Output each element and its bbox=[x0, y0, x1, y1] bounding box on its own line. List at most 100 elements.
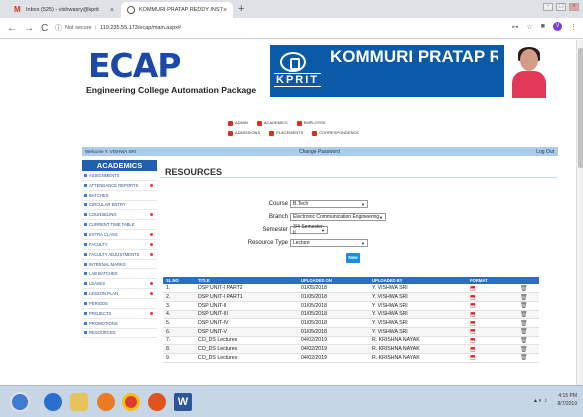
course-select[interactable]: B.Tech ▼ bbox=[290, 200, 368, 208]
tab-title: KOMMURI PRATAP REDDY INST bbox=[139, 7, 223, 13]
table-cell: 04/02/2019 bbox=[298, 353, 369, 363]
sidebar-item-faculty-adjustments[interactable]: FACULTY ADJUSTMENTS bbox=[82, 250, 157, 260]
new-button[interactable]: New bbox=[346, 253, 360, 263]
key-icon[interactable]: ⊶ bbox=[511, 23, 518, 31]
profile-icon[interactable]: V bbox=[553, 22, 562, 31]
sidebar-item-promotions[interactable]: PROMOTIONS bbox=[82, 319, 157, 329]
bullet-icon bbox=[84, 242, 87, 246]
word-icon[interactable]: W bbox=[174, 393, 192, 411]
delete-icon[interactable]: 🗑 bbox=[520, 355, 528, 361]
column-header: UPLOADED ON bbox=[298, 277, 369, 284]
close-tab-icon[interactable]: × bbox=[223, 7, 227, 14]
chrome-icon[interactable] bbox=[122, 393, 140, 411]
clock[interactable]: 4:15 PM 8/7/2019 bbox=[558, 392, 577, 408]
sidebar-item-label: COUNSELING bbox=[89, 212, 117, 218]
pdf-icon[interactable]: ⬒ bbox=[470, 355, 476, 361]
window-controls: - □ × bbox=[543, 3, 579, 11]
college-banner: KPRIT KOMMURI PRATAP RE INSTITUTE OF TEC… bbox=[270, 45, 504, 97]
delete-icon[interactable]: 🗑 bbox=[520, 321, 528, 327]
delete-icon[interactable]: 🗑 bbox=[520, 295, 528, 301]
pdf-icon[interactable]: ⬒ bbox=[470, 329, 476, 335]
submenu-indicator-icon bbox=[150, 252, 153, 256]
ie-icon[interactable] bbox=[44, 393, 62, 411]
delete-icon[interactable]: 🗑 bbox=[520, 303, 528, 309]
new-tab-button[interactable]: + bbox=[238, 3, 244, 15]
pdf-icon[interactable]: ⬒ bbox=[470, 338, 476, 344]
table-cell: CO_DS Lectures bbox=[195, 336, 298, 346]
pdf-icon[interactable]: ⬒ bbox=[470, 303, 476, 309]
semester-label: Semester bbox=[262, 227, 288, 233]
menu-employee[interactable]: EMPLOYEE bbox=[296, 118, 326, 128]
pdf-icon[interactable]: ⬒ bbox=[470, 347, 476, 353]
sidebar-item-assignments[interactable]: ASSIGNMENTS bbox=[82, 171, 157, 181]
dropdown-arrow-icon: ▼ bbox=[361, 201, 365, 207]
table-cell: Y. VISHWA SRI bbox=[369, 310, 467, 320]
menu-academics[interactable]: ACADEMICS bbox=[256, 118, 288, 128]
pdf-icon[interactable]: ⬒ bbox=[470, 295, 476, 301]
arrow-icon bbox=[296, 120, 302, 126]
pdf-icon[interactable]: ⬒ bbox=[470, 286, 476, 292]
sidebar-item-lab-batches[interactable]: LAB BATCHES bbox=[82, 269, 157, 280]
url-text: 119.235.55.173/ecap/main.aspx# bbox=[100, 25, 181, 31]
menu-placements[interactable]: PLACEMENTS bbox=[269, 128, 303, 138]
extension-icon[interactable]: ■ bbox=[541, 23, 545, 30]
resources-table: SL.NO TITLE UPLOADED ON UPLOADED BY FORM… bbox=[163, 277, 539, 363]
change-password-link[interactable]: Change Password bbox=[299, 149, 340, 155]
scrollbar-thumb[interactable] bbox=[578, 48, 583, 168]
tab-gmail[interactable]: M Inbox (525) - vishwasry@kprit × bbox=[8, 2, 120, 18]
sidebar-item-resources[interactable]: RESOURCES bbox=[82, 329, 157, 339]
delete-icon[interactable]: 🗑 bbox=[520, 329, 528, 335]
sidebar-item-counseling[interactable]: COUNSELING bbox=[82, 210, 157, 221]
maximize-icon[interactable]: □ bbox=[556, 3, 566, 11]
reload-icon[interactable]: C bbox=[41, 23, 48, 34]
back-icon[interactable]: ← bbox=[7, 23, 17, 34]
sidebar-item-periods[interactable]: PERIODS bbox=[82, 299, 157, 309]
star-icon[interactable]: ☆ bbox=[526, 23, 532, 31]
delete-icon[interactable]: 🗑 bbox=[520, 347, 528, 353]
sidebar-item-label: PROJECTS bbox=[89, 310, 112, 316]
table-cell: Y. VISHWA SRI bbox=[369, 292, 467, 302]
sidebar-item-batches[interactable]: BATCHES bbox=[82, 191, 157, 201]
forward-icon[interactable]: → bbox=[24, 23, 34, 34]
sidebar-item-leaves[interactable]: LEAVES bbox=[82, 279, 157, 290]
tab-title: Inbox (525) - vishwasry@kprit bbox=[26, 7, 99, 13]
sidebar-item-internal-marks[interactable]: INTERNAL MARKS bbox=[82, 260, 157, 270]
sidebar-item-lesson-plan[interactable]: LESSON PLAN bbox=[82, 289, 157, 299]
sidebar-item-label: BATCHES bbox=[89, 192, 109, 198]
resource-type-select[interactable]: Lecture ▼ bbox=[290, 239, 368, 247]
close-window-icon[interactable]: × bbox=[569, 3, 579, 11]
menu-icon[interactable]: ⋮ bbox=[570, 23, 577, 31]
menu-admissions[interactable]: ADMISSIONS bbox=[228, 128, 260, 138]
sidebar-item-extra-class[interactable]: EXTRA CLASS bbox=[82, 230, 157, 240]
sidebar-item-projects[interactable]: PROJECTS bbox=[82, 309, 157, 319]
firefox-icon[interactable] bbox=[148, 393, 166, 411]
table-cell: Y. VISHWA SRI bbox=[369, 327, 467, 337]
delete-icon[interactable]: 🗑 bbox=[520, 338, 528, 344]
extensions: ⊶ ☆ ■ V ⋮ bbox=[511, 22, 577, 31]
sidebar-item-circular-entry[interactable]: CIRCULAR ENTRY bbox=[82, 201, 157, 211]
menu-admin[interactable]: ADMIN bbox=[228, 118, 248, 128]
sidebar-item-label: INTERNAL MARKS bbox=[89, 261, 126, 267]
pdf-icon[interactable]: ⬒ bbox=[470, 321, 476, 327]
column-header: TITLE bbox=[195, 277, 298, 284]
main-menu: ADMIN ACADEMICS EMPLOYEE ADMISSIONS PLAC… bbox=[228, 118, 359, 138]
sidebar-item-current-time-table[interactable]: CURRENT TIME TABLE bbox=[82, 220, 157, 231]
delete-icon[interactable]: 🗑 bbox=[520, 312, 528, 318]
pdf-icon[interactable]: ⬒ bbox=[470, 312, 476, 318]
sidebar-item-attendance-reports[interactable]: ATTENDANCE REPORTS bbox=[82, 181, 157, 191]
tab-kprit[interactable]: KOMMURI PRATAP REDDY INST × bbox=[121, 2, 233, 18]
branch-row: Branch Electronic Communication Engineer… bbox=[160, 213, 558, 221]
semester-select[interactable]: 3/4 Semester-II ▼ bbox=[290, 224, 328, 236]
folder-icon[interactable] bbox=[70, 393, 88, 411]
branch-select[interactable]: Electronic Communication Engineering ▼ bbox=[290, 213, 386, 221]
start-button[interactable] bbox=[10, 392, 30, 412]
minimize-icon[interactable]: - bbox=[543, 3, 553, 11]
delete-icon[interactable]: 🗑 bbox=[520, 286, 528, 292]
sidebar-item-faculty[interactable]: FACULTY bbox=[82, 240, 157, 250]
media-player-icon[interactable] bbox=[97, 393, 115, 411]
close-tab-icon[interactable]: × bbox=[110, 7, 114, 14]
url-field[interactable]: ⓘ Not secure | 119.235.55.173/ecap/main.… bbox=[55, 21, 465, 35]
scrollbar[interactable] bbox=[576, 40, 583, 385]
menu-correspondence[interactable]: CORRESPONDENCE bbox=[312, 128, 359, 138]
logout-link[interactable]: Log Out bbox=[536, 149, 554, 155]
